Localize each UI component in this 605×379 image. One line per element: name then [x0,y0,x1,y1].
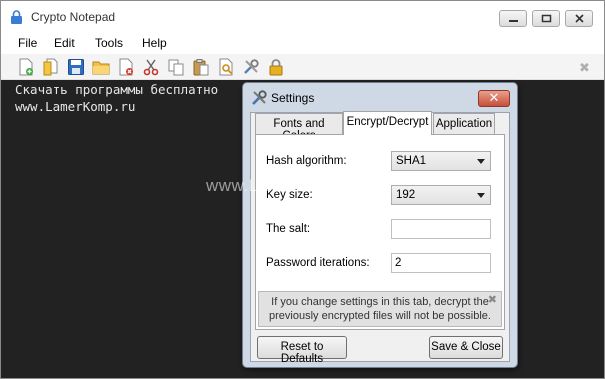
minimize-icon [509,20,518,22]
settings-dialog: Settings ✕ Fonts and Colors Encrypt/Decr… [242,82,518,368]
maximize-icon [541,14,552,23]
open-folder-icon[interactable] [92,58,110,76]
warning-note: If you change settings in this tab, decr… [258,291,502,327]
paste-icon[interactable] [192,58,210,76]
copy-icon[interactable] [167,58,185,76]
save-icon[interactable] [67,58,85,76]
key-size-value: 192 [396,189,416,201]
hash-algorithm-label: Hash algorithm: [266,155,347,167]
salt-label: The salt: [266,223,311,235]
menu-help[interactable]: Help [142,36,167,50]
encrypt-decrypt-panel: Hash algorithm: SHA1 Key size: 192 The s… [255,134,505,330]
key-size-select[interactable]: 192 [391,185,491,205]
toolbar: ✖ [1,54,604,80]
menu-bar: File Edit Tools Help [1,32,604,54]
dropdown-arrow-icon [477,193,485,198]
find-icon[interactable] [217,58,235,76]
close-window-button[interactable] [565,10,593,27]
settings-tools-icon [252,90,267,105]
tab-encrypt-decrypt[interactable]: Encrypt/Decrypt [343,111,432,135]
minimize-button[interactable] [499,10,527,27]
editor-line: www.LamerKomp.ru [15,99,136,114]
menu-file[interactable]: File [18,36,37,50]
toolbar-close-icon[interactable]: ✖ [579,60,590,76]
title-bar: Crypto Notepad [1,1,604,32]
salt-input[interactable] [391,219,491,239]
password-iterations-label: Password iterations: [266,257,370,269]
tab-application[interactable]: Application [433,113,495,135]
reset-to-defaults-button[interactable]: Reset to Defaults [257,336,347,365]
note-close-icon[interactable]: ✖ [488,293,497,306]
dialog-title: Settings [271,91,315,105]
editor-line: Скачать программы бесплатно [15,82,219,97]
lock-icon[interactable] [267,58,285,76]
close-icon [575,14,584,23]
dropdown-arrow-icon [477,159,485,164]
menu-tools[interactable]: Tools [95,36,123,50]
delete-file-icon[interactable] [117,58,135,76]
hash-algorithm-select[interactable]: SHA1 [391,151,491,171]
new-file-icon[interactable] [17,58,35,76]
note-line: If you change settings in this tab, decr… [271,296,489,308]
tab-fonts-and-colors[interactable]: Fonts and Colors [255,113,343,142]
padlock-app-icon [11,10,22,24]
maximize-button[interactable] [532,10,560,27]
save-and-close-button[interactable]: Save & Close [429,336,503,359]
note-line: previously encrypted files will not be p… [269,310,491,322]
window-title: Crypto Notepad [31,10,116,24]
dialog-close-button[interactable]: ✕ [478,90,510,107]
settings-icon[interactable] [242,58,260,76]
open-file-icon[interactable] [42,58,60,76]
dialog-body: Fonts and Colors Encrypt/Decrypt Applica… [250,111,510,365]
hash-algorithm-value: SHA1 [396,155,427,167]
key-size-label: Key size: [266,189,313,201]
password-iterations-input[interactable]: 2 [391,253,491,273]
close-icon: ✕ [488,90,500,105]
menu-edit[interactable]: Edit [54,36,75,50]
cut-icon[interactable] [142,58,160,76]
